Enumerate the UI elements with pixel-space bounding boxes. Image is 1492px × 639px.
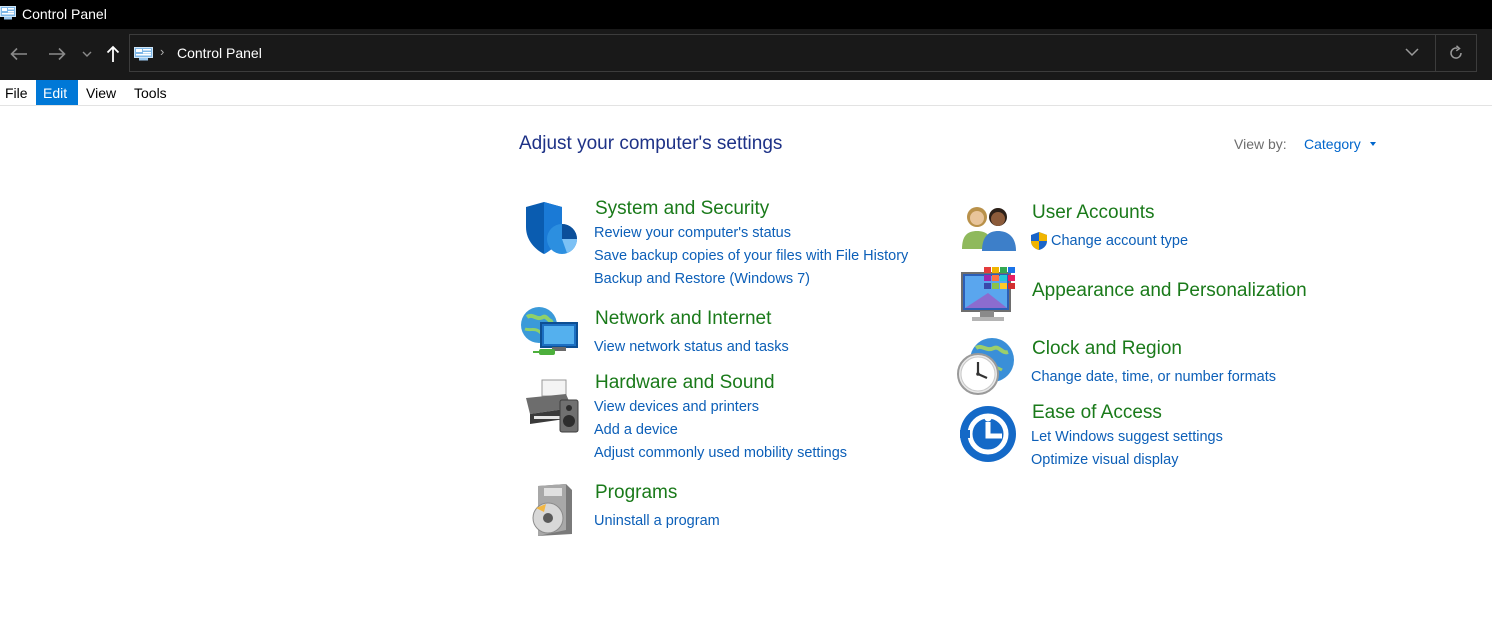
menu-tools[interactable]: Tools [127,80,174,105]
link-backup-and-restore[interactable]: Backup and Restore (Windows 7) [594,271,810,287]
link-optimize-visual-display[interactable]: Optimize visual display [1031,452,1178,468]
link-file-history-backup[interactable]: Save backup copies of your files with Fi… [594,248,908,264]
menu-bar: File Edit View Tools [0,80,1492,106]
link-view-network-status[interactable]: View network status and tasks [594,339,789,355]
category-network-and-internet[interactable]: Network and Internet [595,308,771,330]
link-change-account-type[interactable]: Change account type [1051,233,1188,249]
breadcrumb-separator-icon[interactable]: › [160,44,164,59]
navigation-bar: › Control Panel [0,29,1492,80]
category-user-accounts[interactable]: User Accounts [1032,202,1155,224]
link-review-computer-status[interactable]: Review your computer's status [594,225,791,241]
link-mobility-settings[interactable]: Adjust commonly used mobility settings [594,445,847,461]
address-bar[interactable]: › Control Panel [129,34,1477,72]
category-ease-of-access[interactable]: Ease of Access [1032,402,1162,424]
forward-arrow-icon [49,47,66,61]
link-add-device[interactable]: Add a device [594,422,678,438]
recent-locations-button[interactable] [76,42,98,66]
clock-globe-icon[interactable] [956,336,1018,398]
category-programs[interactable]: Programs [595,482,677,504]
window-title: Control Panel [22,6,107,22]
forward-button[interactable] [45,42,69,66]
link-uninstall-program[interactable]: Uninstall a program [594,513,720,529]
programs-disc-icon[interactable] [526,482,578,538]
caret-down-icon[interactable] [1370,142,1376,146]
uac-shield-icon [1031,232,1047,250]
link-view-devices-printers[interactable]: View devices and printers [594,399,759,415]
category-system-and-security[interactable]: System and Security [595,198,769,220]
divider [1435,35,1436,71]
up-arrow-icon [106,45,120,62]
users-icon[interactable] [960,203,1020,253]
view-by-label: View by: [1234,136,1287,152]
control-panel-icon [0,6,16,20]
shield-icon[interactable] [522,201,580,257]
refresh-icon[interactable] [1448,45,1464,61]
title-bar: Control Panel [0,0,1492,29]
menu-file[interactable]: File [0,80,35,105]
category-clock-and-region[interactable]: Clock and Region [1032,338,1182,360]
breadcrumb-control-panel[interactable]: Control Panel [177,45,262,61]
link-let-windows-suggest[interactable]: Let Windows suggest settings [1031,429,1223,445]
menu-view[interactable]: View [79,80,123,105]
monitor-palette-icon[interactable] [958,265,1020,325]
menu-edit[interactable]: Edit [36,80,78,105]
category-appearance-and-personalization[interactable]: Appearance and Personalization [1032,280,1307,302]
network-globe-icon[interactable] [519,303,583,363]
chevron-down-icon [82,51,92,57]
page-title: Adjust your computer's settings [519,133,783,154]
view-by-dropdown[interactable]: Category [1304,136,1361,152]
back-arrow-icon [10,47,27,61]
link-change-date-time-formats[interactable]: Change date, time, or number formats [1031,369,1276,385]
ease-of-access-icon[interactable] [958,404,1018,464]
address-dropdown-icon[interactable] [1405,47,1419,57]
printer-speaker-icon[interactable] [520,378,582,434]
up-button[interactable] [101,42,125,66]
control-panel-icon [134,47,153,61]
back-button[interactable] [7,42,31,66]
category-hardware-and-sound[interactable]: Hardware and Sound [595,372,775,394]
